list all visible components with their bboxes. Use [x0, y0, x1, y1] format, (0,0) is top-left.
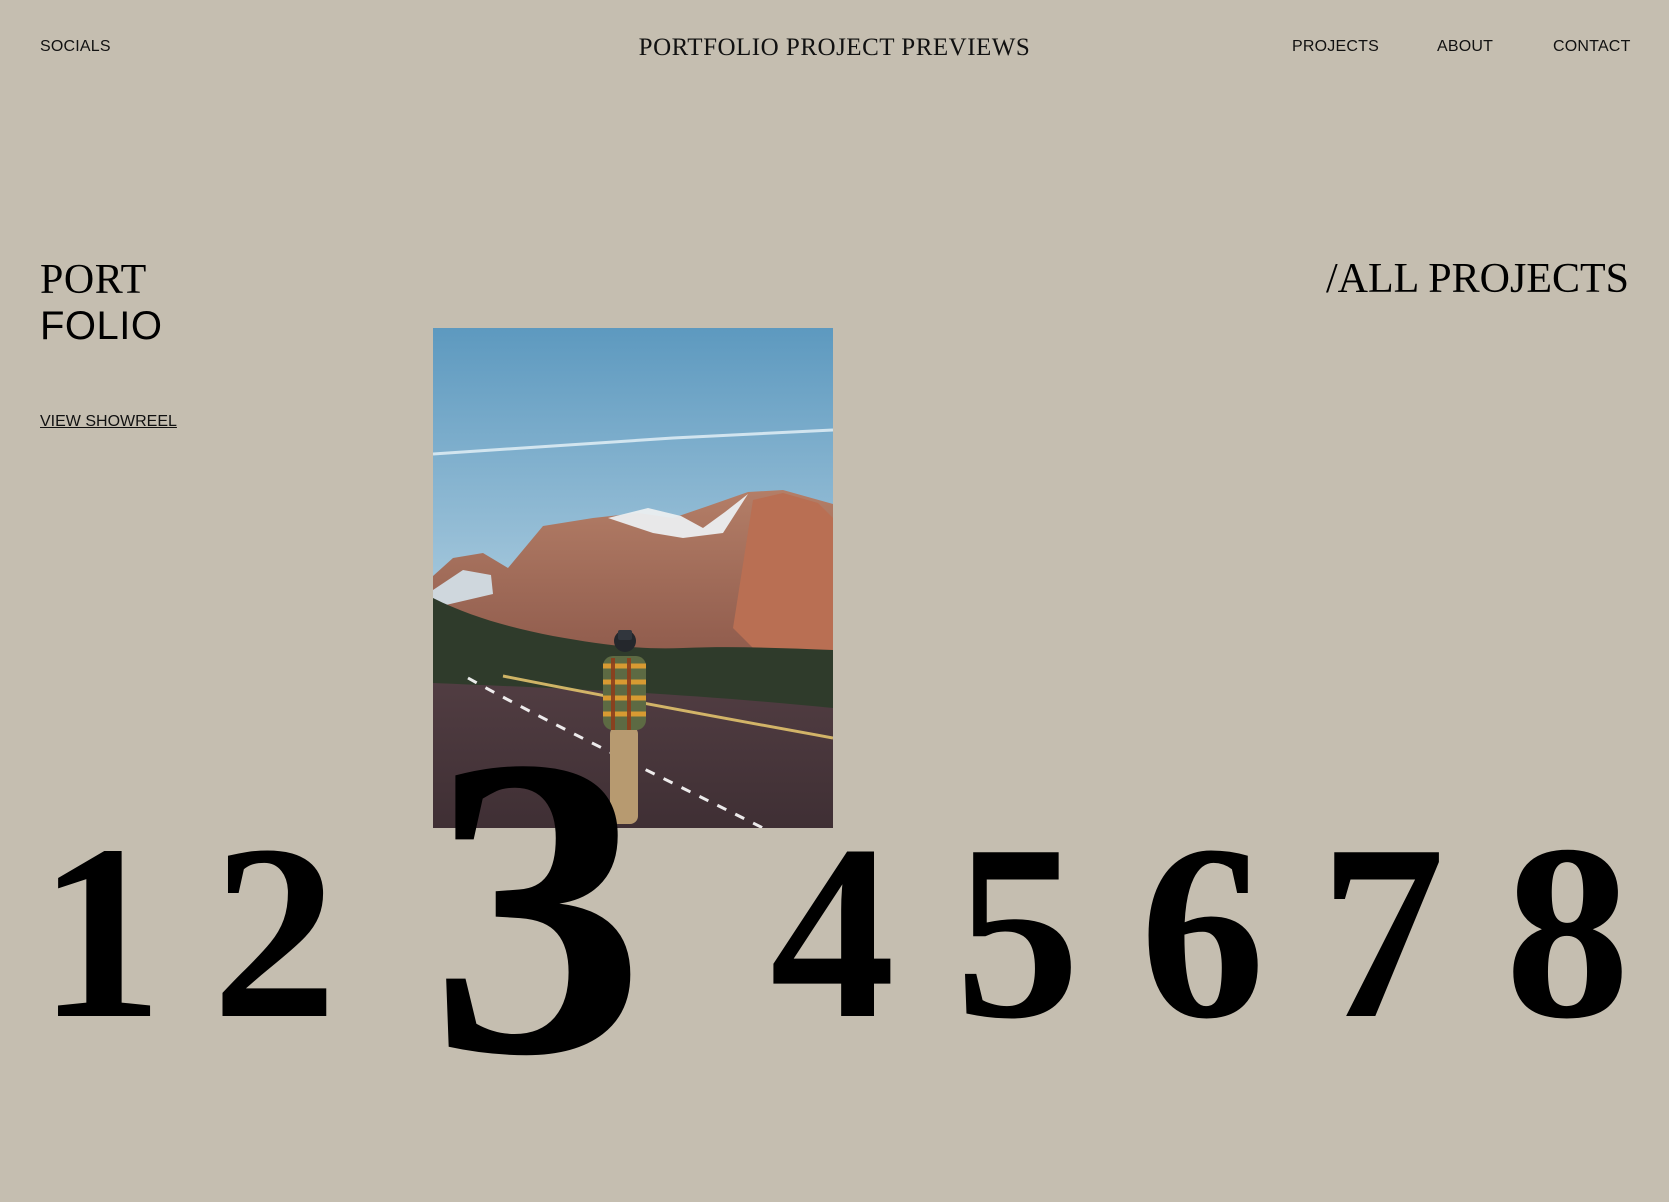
project-number-6[interactable]: 6 — [1140, 808, 1265, 1058]
all-projects-filter[interactable]: /ALL PROJECTS — [1326, 256, 1629, 302]
project-number-8[interactable]: 8 — [1505, 808, 1630, 1058]
hero-heading: PORT FOLIO — [40, 257, 163, 349]
nav-contact-link[interactable]: CONTACT — [1553, 38, 1631, 56]
project-number-4[interactable]: 4 — [770, 808, 895, 1058]
view-showreel-link[interactable]: VIEW SHOWREEL — [40, 413, 177, 431]
site-title: PORTFOLIO PROJECT PREVIEWS — [638, 34, 1031, 61]
project-number-1[interactable]: 1 — [38, 808, 163, 1058]
project-number-7[interactable]: 7 — [1320, 808, 1445, 1058]
hero-port-line: PORT — [40, 257, 147, 303]
nav-about-link[interactable]: ABOUT — [1437, 38, 1493, 56]
project-number-2[interactable]: 2 — [212, 808, 337, 1058]
hero-folio-line: FOLIO — [40, 304, 163, 348]
project-number-5[interactable]: 5 — [955, 808, 1080, 1058]
nav-projects-link[interactable]: PROJECTS — [1292, 38, 1379, 56]
project-number-list: 1 2 3 4 5 6 7 8 — [0, 0, 1669, 1202]
project-number-3-active[interactable]: 3 — [430, 692, 645, 1123]
